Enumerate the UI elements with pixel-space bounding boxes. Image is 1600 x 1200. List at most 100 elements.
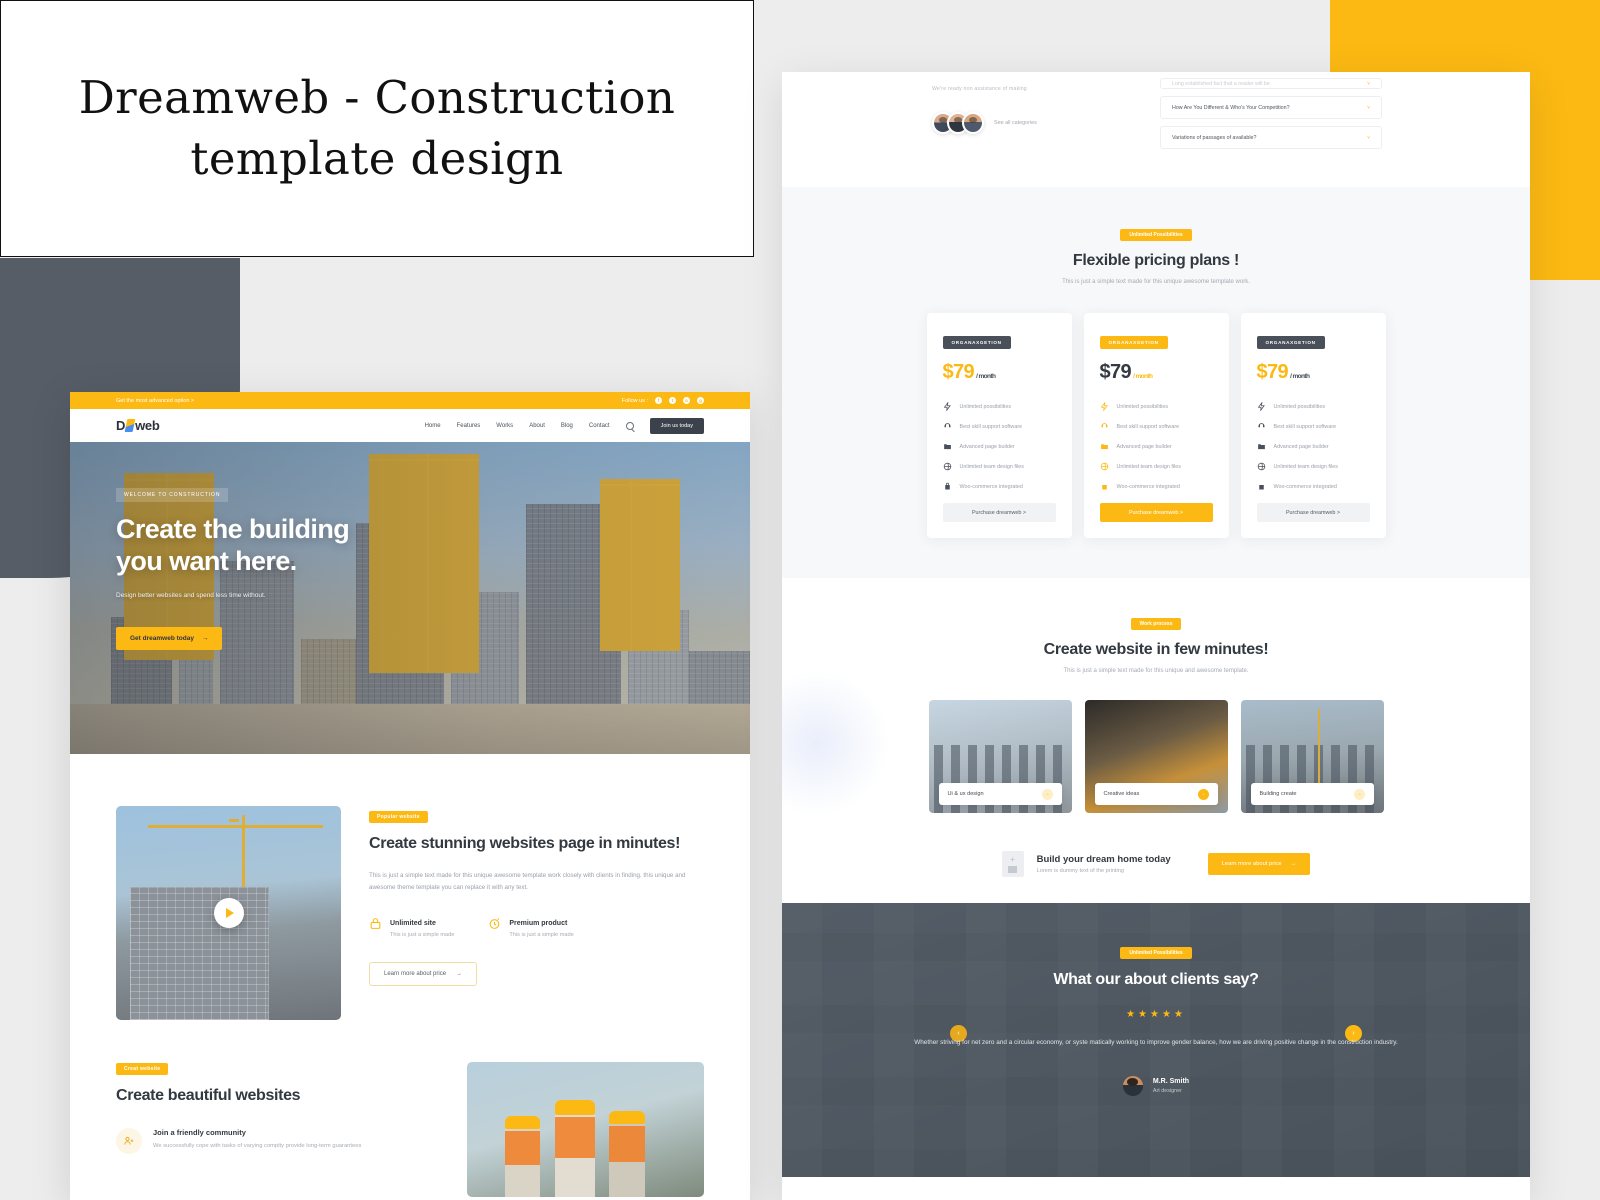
plan-feature-label: Unlimited team design files xyxy=(1273,463,1338,470)
pricing-subtitle: This is just a simple text made for this… xyxy=(1062,279,1250,285)
work-card-label-bar: Ui & ux design → xyxy=(938,783,1062,805)
hero-cta-label: Get dreamweb today xyxy=(130,634,194,642)
feature-title: Unlimited site xyxy=(390,919,436,927)
feature-title: Premium product xyxy=(509,919,568,927)
section-badge: Creat website xyxy=(116,1063,169,1075)
faq-item[interactable]: Long established fact that a reader will… xyxy=(1160,78,1382,89)
nav-item-blog[interactable]: Blog xyxy=(561,423,573,429)
work-subtitle: This is just a simple text made for this… xyxy=(1063,668,1249,674)
item-title: Join a friendly community xyxy=(153,1127,246,1137)
bolt-icon xyxy=(1257,401,1266,412)
nav-item-works[interactable]: Works xyxy=(496,423,513,429)
decorative-glow xyxy=(782,668,892,818)
bolt-icon xyxy=(1100,401,1109,412)
testimonial-author: M.R. Smith Art designer xyxy=(782,1076,1530,1097)
facebook-icon[interactable]: f xyxy=(655,397,662,404)
plan-feature-label: Woo-commerce integrated xyxy=(959,483,1023,490)
price-period: / month xyxy=(1290,373,1310,380)
pricing-section: Unlimited Possibilities Flexible pricing… xyxy=(782,187,1530,578)
promo-text[interactable]: Get the most advanced option > xyxy=(116,398,194,404)
work-card[interactable]: Creative ideas → xyxy=(1084,700,1228,813)
google-icon[interactable]: g xyxy=(697,397,704,404)
arrow-right-icon: → xyxy=(456,970,463,977)
work-cards: Ui & ux design → Creative ideas → Buildi… xyxy=(782,700,1530,813)
plan-feature: Best skill support software xyxy=(1100,422,1213,431)
nav-item-about[interactable]: About xyxy=(529,423,545,429)
slide-title-card: Dreamweb - Construction template design xyxy=(0,0,754,257)
avatar xyxy=(962,112,984,134)
avatar-group: See all categories xyxy=(932,112,1037,134)
search-icon[interactable] xyxy=(625,421,634,430)
feature-item: Premium product This is just a simple ma… xyxy=(488,917,574,938)
plan-feature-label: Woo-commerce integrated xyxy=(1273,483,1337,490)
social-follow-group: Follow us : f t o g xyxy=(622,397,704,404)
cta-subtitle: Lorem is dummy text of the printing xyxy=(1036,868,1124,874)
work-card[interactable]: Building create → xyxy=(1240,700,1384,813)
section-heading: Create beautiful websites xyxy=(116,1087,301,1104)
follow-label: Follow us : xyxy=(621,397,648,404)
plan-feature-label: Unlimited possibilities xyxy=(959,403,1012,410)
purchase-button[interactable]: Purchase dreamweb > xyxy=(942,503,1056,522)
video-thumbnail[interactable] xyxy=(116,806,341,1020)
hero-cta-button[interactable]: Get dreamweb today → xyxy=(116,626,223,650)
plan-badge: ORGANAXGETION xyxy=(1099,336,1168,349)
twitter-icon[interactable]: t xyxy=(669,397,676,404)
plan-feature: Advanced page builder xyxy=(1257,442,1370,451)
nav-item-home[interactable]: Home xyxy=(425,423,441,429)
globe-icon xyxy=(943,462,952,471)
faq-cut-text: We're ready non assistance of making xyxy=(932,86,1027,92)
play-icon[interactable] xyxy=(213,898,244,928)
chevron-down-icon: ˅ xyxy=(1367,80,1370,87)
join-us-button[interactable]: Join us today xyxy=(649,417,704,434)
plan-feature-label: Unlimited team design files xyxy=(959,463,1024,470)
arrow-right-icon[interactable]: → xyxy=(1197,788,1209,800)
arrow-right-icon[interactable]: → xyxy=(1353,788,1365,800)
hero-section: WELCOME TO CONSTRUCTION Create the build… xyxy=(70,442,750,754)
faq-item[interactable]: How Are You Different & Who's Your Compe… xyxy=(1160,96,1382,119)
feature-list: Unlimited site This is just a simple mad… xyxy=(369,917,704,938)
faq-question: Variations of passages of available? xyxy=(1172,134,1257,141)
work-card-label: Building create xyxy=(1259,791,1297,797)
plan-feature-label: Best skill support software xyxy=(1273,423,1337,430)
bag-icon xyxy=(1100,482,1109,491)
cta-button[interactable]: Learn more about price → xyxy=(1207,853,1311,875)
plan-feature: Unlimited team design files xyxy=(1257,462,1370,471)
folder-icon xyxy=(1257,442,1266,451)
instagram-icon[interactable]: o xyxy=(683,397,690,404)
hero-heading-line2: you want here. xyxy=(116,545,297,576)
author-role: Art designer xyxy=(1152,1088,1182,1095)
feature-item: Unlimited site This is just a simple mad… xyxy=(369,917,454,938)
testimonial-section: ‹ › Unlimited Possibilities What our abo… xyxy=(782,903,1530,1177)
plan-feature-label: Unlimited team design files xyxy=(1116,463,1181,470)
plan-feature: Woo-commerce integrated xyxy=(1257,482,1370,491)
faq-question: How Are You Different & Who's Your Compe… xyxy=(1172,104,1290,111)
site-logo[interactable]: Dweb xyxy=(116,418,160,433)
price-period: / month xyxy=(1133,373,1153,380)
work-card-label-bar: Creative ideas → xyxy=(1094,783,1218,805)
purchase-button[interactable]: Purchase dreamweb > xyxy=(1256,503,1370,522)
cta-strip: Build your dream home today Lorem is dum… xyxy=(782,851,1530,877)
pricing-badge: Unlimited Possibilities xyxy=(1120,229,1192,241)
learn-more-price-button[interactable]: Learn more about price → xyxy=(369,961,478,986)
nav-item-features[interactable]: Features xyxy=(457,423,481,429)
work-card[interactable]: Ui & ux design → xyxy=(928,700,1072,813)
work-card-label: Creative ideas xyxy=(1103,791,1140,797)
purchase-button[interactable]: Purchase dreamweb > xyxy=(1099,503,1213,522)
work-card-label-bar: Building create → xyxy=(1250,783,1374,805)
plan-feature: Best skill support software xyxy=(1257,422,1370,431)
arrow-right-icon: → xyxy=(1290,861,1297,867)
plan-feature: Unlimited possibilities xyxy=(1100,401,1213,412)
star-rating: ★★★★★ xyxy=(1126,1009,1186,1020)
nav-links: Home Features Works About Blog Contact J… xyxy=(425,417,704,434)
price-amount: $79 xyxy=(1099,361,1132,383)
arrow-right-icon[interactable]: → xyxy=(1041,788,1053,800)
faq-item[interactable]: Variations of passages of available? ˅ xyxy=(1160,126,1382,149)
arrow-right-icon: → xyxy=(201,634,209,642)
see-all-categories-link[interactable]: See all categories xyxy=(994,120,1037,126)
nav-item-contact[interactable]: Contact xyxy=(589,423,610,429)
main-navbar: Dweb Home Features Works About Blog Cont… xyxy=(70,409,750,442)
support-icon xyxy=(943,422,952,431)
work-badge: Work process xyxy=(1130,618,1182,630)
pricing-card: ORGANAXGETION $79/ month Unlimited possi… xyxy=(1240,313,1386,538)
avatar-stack xyxy=(932,112,984,134)
